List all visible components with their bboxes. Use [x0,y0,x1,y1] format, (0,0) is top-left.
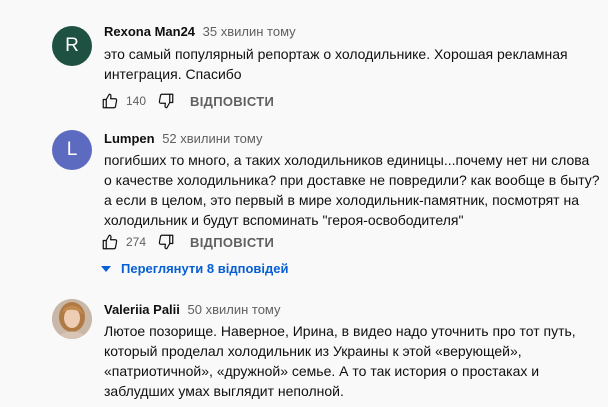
comment-header: Lumpen 52 хвилини тому [104,131,262,147]
avatar[interactable]: R [52,26,92,66]
reply-button[interactable]: ВІДПОВІСТИ [190,94,274,109]
comment-header: Valeriia Palii 50 хвилин тому [104,302,281,318]
thumbs-down-icon[interactable] [156,91,176,111]
reply-button[interactable]: ВІДПОВІСТИ [190,235,274,250]
like-count: 140 [126,94,147,108]
comment-timestamp[interactable]: 35 хвилин тому [203,24,296,39]
thumbs-up-icon[interactable] [100,91,120,111]
view-replies-label: Переглянути 8 відповідей [121,261,289,276]
avatar-initial: L [66,139,78,160]
comment-text: погибших то много, а таких холодильников… [104,152,600,228]
avatar[interactable] [52,299,92,339]
comment-text: Лютое позорище. Наверное, Ирина, в видео… [104,323,576,399]
avatar-initial: R [65,35,79,56]
comment-text: это самый популярный репортаж о холодиль… [104,46,568,82]
comment-timestamp[interactable]: 52 хвилини тому [162,131,262,146]
comment-author[interactable]: Rexona Man24 [104,24,195,39]
comment-author[interactable]: Lumpen [104,131,155,146]
caret-down-icon [101,265,111,272]
view-replies-button[interactable]: Переглянути 8 відповідей [100,261,288,276]
avatar[interactable]: L [52,130,92,170]
comment-timestamp[interactable]: 50 хвилин тому [188,302,281,317]
comment-author[interactable]: Valeriia Palii [104,302,180,317]
thumbs-up-icon[interactable] [100,232,120,252]
thumbs-down-icon[interactable] [156,232,176,252]
like-count: 274 [126,235,147,249]
comment-actions: 140 ВІДПОВІСТИ [100,89,274,113]
comment-header: Rexona Man24 35 хвилин тому [104,24,296,40]
profile-photo-icon [52,299,92,339]
comment-actions: 274 ВІДПОВІСТИ [100,230,274,254]
